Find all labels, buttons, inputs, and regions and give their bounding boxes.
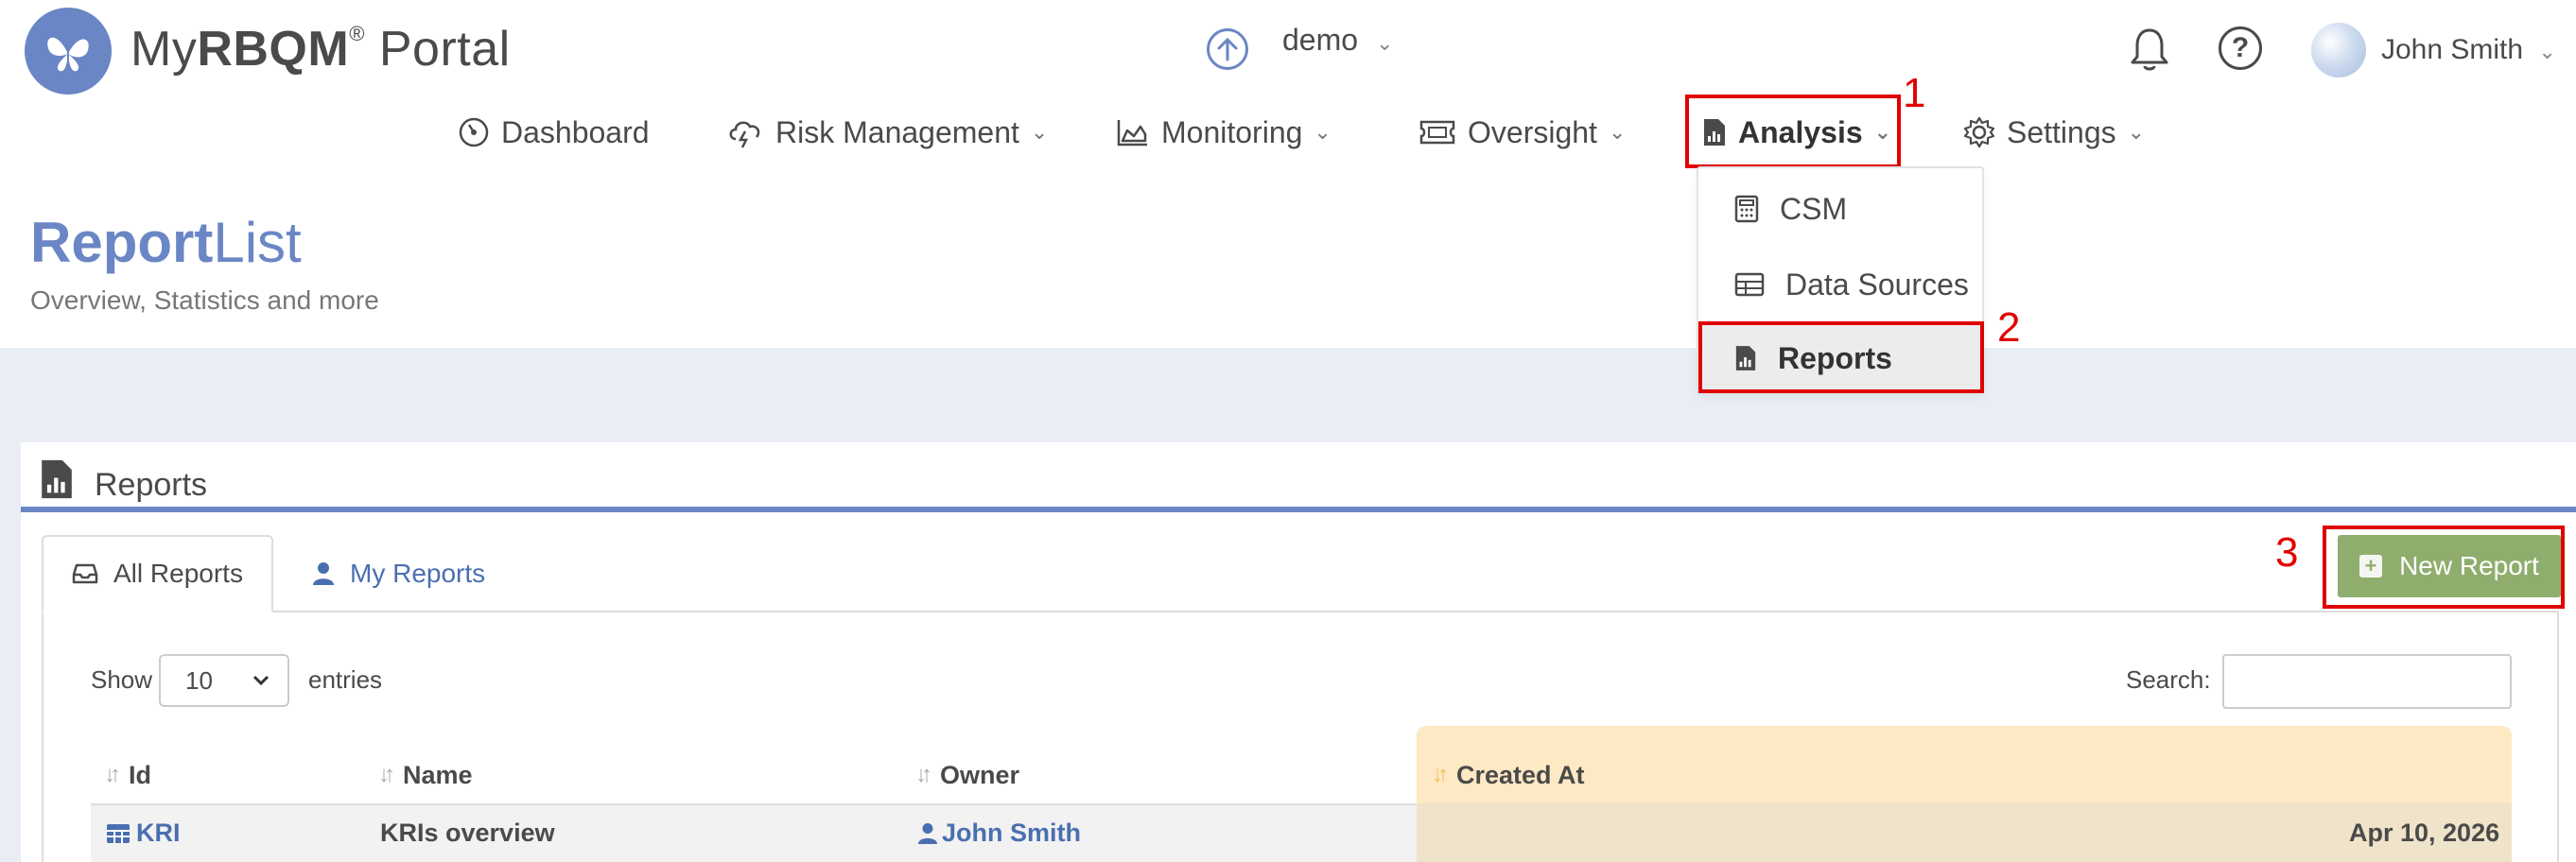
cell-id: KRI [136,819,181,847]
nav-label: Dashboard [501,114,650,149]
user-menu[interactable]: John Smith ⌄ [2381,34,2556,66]
menu-item-csm[interactable]: CSM [1698,176,1982,242]
sort-icon: ↓↑ [104,762,121,787]
nav-label: Analysis [1738,114,1863,149]
nav-settings[interactable]: Settings ⌄ [1963,113,2145,151]
tab-label: All Reports [113,559,243,588]
chevron-down-icon: ⌄ [2538,40,2556,63]
cloud-lightning-icon [729,121,760,148]
chevron-down-icon: ⌄ [1314,120,1332,144]
chevron-down-icon: ⌄ [1375,31,1394,55]
butterfly-logo-icon [47,37,89,72]
chevron-down-icon [252,675,270,686]
column-header-owner[interactable]: ↓↑ Owner [915,747,1019,803]
nav-monitoring[interactable]: Monitoring ⌄ [1116,113,1332,151]
page-title: ReportList [30,210,302,275]
row-id-link[interactable]: KRI [106,819,181,848]
chevron-down-icon: ⌄ [2127,120,2146,144]
page-subtitle: Overview, Statistics and more [30,285,379,315]
plus-square-icon: + [2359,555,2383,578]
sort-desc-icon: ↓↑ [1432,762,1449,787]
sorted-cell-bg [1417,803,2512,862]
sort-icon: ↓↑ [378,762,395,787]
chevron-down-icon: ⌄ [1873,120,1892,144]
column-header-created-at[interactable]: ↓↑ Created At [1432,747,1585,803]
search-input[interactable] [2222,654,2512,709]
annotation-label-2: 2 [1997,304,2021,351]
entries-label: entries [308,665,383,694]
nav-label: Risk Management [775,114,1019,149]
panel-title: Reports [95,467,208,503]
annotation-label-1: 1 [1903,70,1926,116]
panel-header [21,442,2576,512]
brand-registered: ® [349,22,365,45]
column-header-id[interactable]: ↓↑ Id [104,747,151,803]
tab-my-reports[interactable]: My Reports [284,535,513,612]
help-icon[interactable]: ? [2219,26,2262,70]
annotation-box-2 [1698,321,1984,393]
brand-suffix: Portal [364,22,511,77]
file-chart-icon [38,457,76,506]
tab-label: My Reports [350,559,486,588]
chevron-down-icon: ⌄ [1608,120,1627,144]
tab-all-reports[interactable]: All Reports [42,535,273,612]
menu-item-label: CSM [1780,191,1848,226]
user-name: John Smith [2381,34,2524,65]
menu-item-label: Data Sources [1785,267,1969,302]
table-icon [107,823,130,843]
cell-created-at: Apr 10, 2026 [2349,819,2500,847]
calculator-icon [1734,195,1759,223]
upload-circle-icon[interactable] [1207,28,1248,70]
page-size-select[interactable]: 10 [159,654,289,707]
row-owner-link[interactable]: John Smith [917,819,1081,848]
file-chart-icon [1704,119,1725,146]
chevron-down-icon: ⌄ [1030,120,1049,144]
brand-bold: RBQM [197,22,350,77]
annotation-label-3: 3 [2275,529,2299,576]
nav-oversight[interactable]: Oversight ⌄ [1419,113,1626,151]
bell-icon[interactable] [2128,26,2171,78]
sort-icon: ↓↑ [915,762,932,787]
nav-analysis[interactable]: Analysis ⌄ [1702,113,1891,151]
column-label: Name [403,760,473,789]
cell-name: KRIs overview [380,819,555,847]
page-title-light: List [213,211,302,274]
nav-label: Settings [2007,114,2116,149]
environment-selector[interactable]: demo ⌄ [1282,23,1393,58]
cell-owner: John Smith [942,819,1081,847]
inbox-icon [72,563,98,584]
environment-label: demo [1282,23,1359,57]
table-icon [1734,272,1765,297]
show-label: Show [91,665,153,694]
gear-icon [1963,116,1995,148]
brand-name[interactable]: MyRBQM® Portal [131,21,511,78]
menu-item-data-sources[interactable]: Data Sources [1698,251,1982,318]
nav-label: Monitoring [1161,114,1303,149]
search-label: Search: [2126,665,2211,694]
new-report-label: New Report [2399,551,2539,580]
dashboard-gauge-icon [459,117,489,147]
column-header-name[interactable]: ↓↑ Name [378,747,473,803]
column-label: Id [129,760,151,789]
user-icon [313,562,334,585]
area-chart-icon [1117,120,1147,147]
logo[interactable] [25,8,112,95]
column-label: Created At [1456,760,1585,789]
nav-dashboard[interactable]: Dashboard [458,113,650,151]
user-icon [917,822,938,844]
column-label: Owner [940,760,1020,789]
avatar[interactable] [2311,23,2366,78]
new-report-button[interactable]: + New Report [2338,535,2561,597]
page-title-bold: Report [30,211,214,274]
brand-prefix: My [131,22,198,77]
nav-label: Oversight [1468,114,1597,149]
ticket-icon [1419,120,1455,145]
nav-risk-management[interactable]: Risk Management ⌄ [726,113,1048,151]
page-size-value: 10 [185,665,213,695]
